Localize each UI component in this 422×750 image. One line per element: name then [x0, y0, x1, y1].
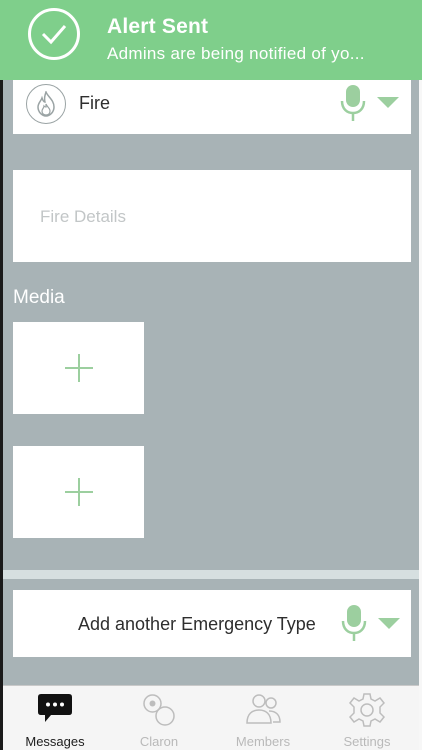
chat-bubble-icon: [38, 694, 72, 722]
tab-members[interactable]: Members: [211, 686, 315, 750]
tab-claron[interactable]: Claron: [107, 686, 211, 750]
chevron-down-icon[interactable]: [377, 97, 399, 108]
check-circle-icon: [28, 8, 80, 60]
members-icon: [246, 694, 281, 724]
tab-label: Claron: [139, 734, 179, 749]
media-heading: Media: [13, 287, 65, 308]
plus-icon: [65, 354, 93, 382]
tab-label: Messages: [25, 734, 85, 749]
add-emergency-type-label: Add another Emergency Type: [78, 614, 316, 634]
gear-icon: [349, 693, 385, 727]
screen-edge-left: [0, 0, 3, 750]
plus-icon: [65, 478, 93, 506]
tab-label: Settings: [343, 734, 391, 749]
alert-title: Alert Sent: [107, 15, 209, 38]
tab-messages[interactable]: Messages: [3, 686, 107, 750]
chevron-down-icon[interactable]: [378, 618, 400, 629]
emergency-type-select[interactable]: Fire: [13, 80, 411, 134]
section-divider: [3, 570, 419, 579]
add-media-button-2[interactable]: [13, 446, 144, 538]
alert-subtitle: Admins are being notified of yo...: [107, 44, 365, 63]
details-placeholder: Fire Details: [40, 207, 126, 226]
tab-label: Members: [235, 734, 291, 749]
claron-icon: [143, 694, 175, 726]
add-emergency-type-select[interactable]: Add another Emergency Type: [13, 590, 411, 657]
emergency-type-label: Fire: [79, 93, 110, 113]
alert-banner[interactable]: Alert Sent Admins are being notified of …: [0, 0, 422, 80]
add-media-button-1[interactable]: [13, 322, 144, 414]
details-field[interactable]: Fire Details: [13, 170, 411, 262]
tab-settings[interactable]: Settings: [315, 686, 419, 750]
fire-icon: [26, 84, 66, 124]
microphone-icon[interactable]: [341, 604, 367, 642]
tab-bar: Messages Claron Members Settings: [3, 685, 419, 750]
microphone-icon[interactable]: [340, 84, 366, 122]
